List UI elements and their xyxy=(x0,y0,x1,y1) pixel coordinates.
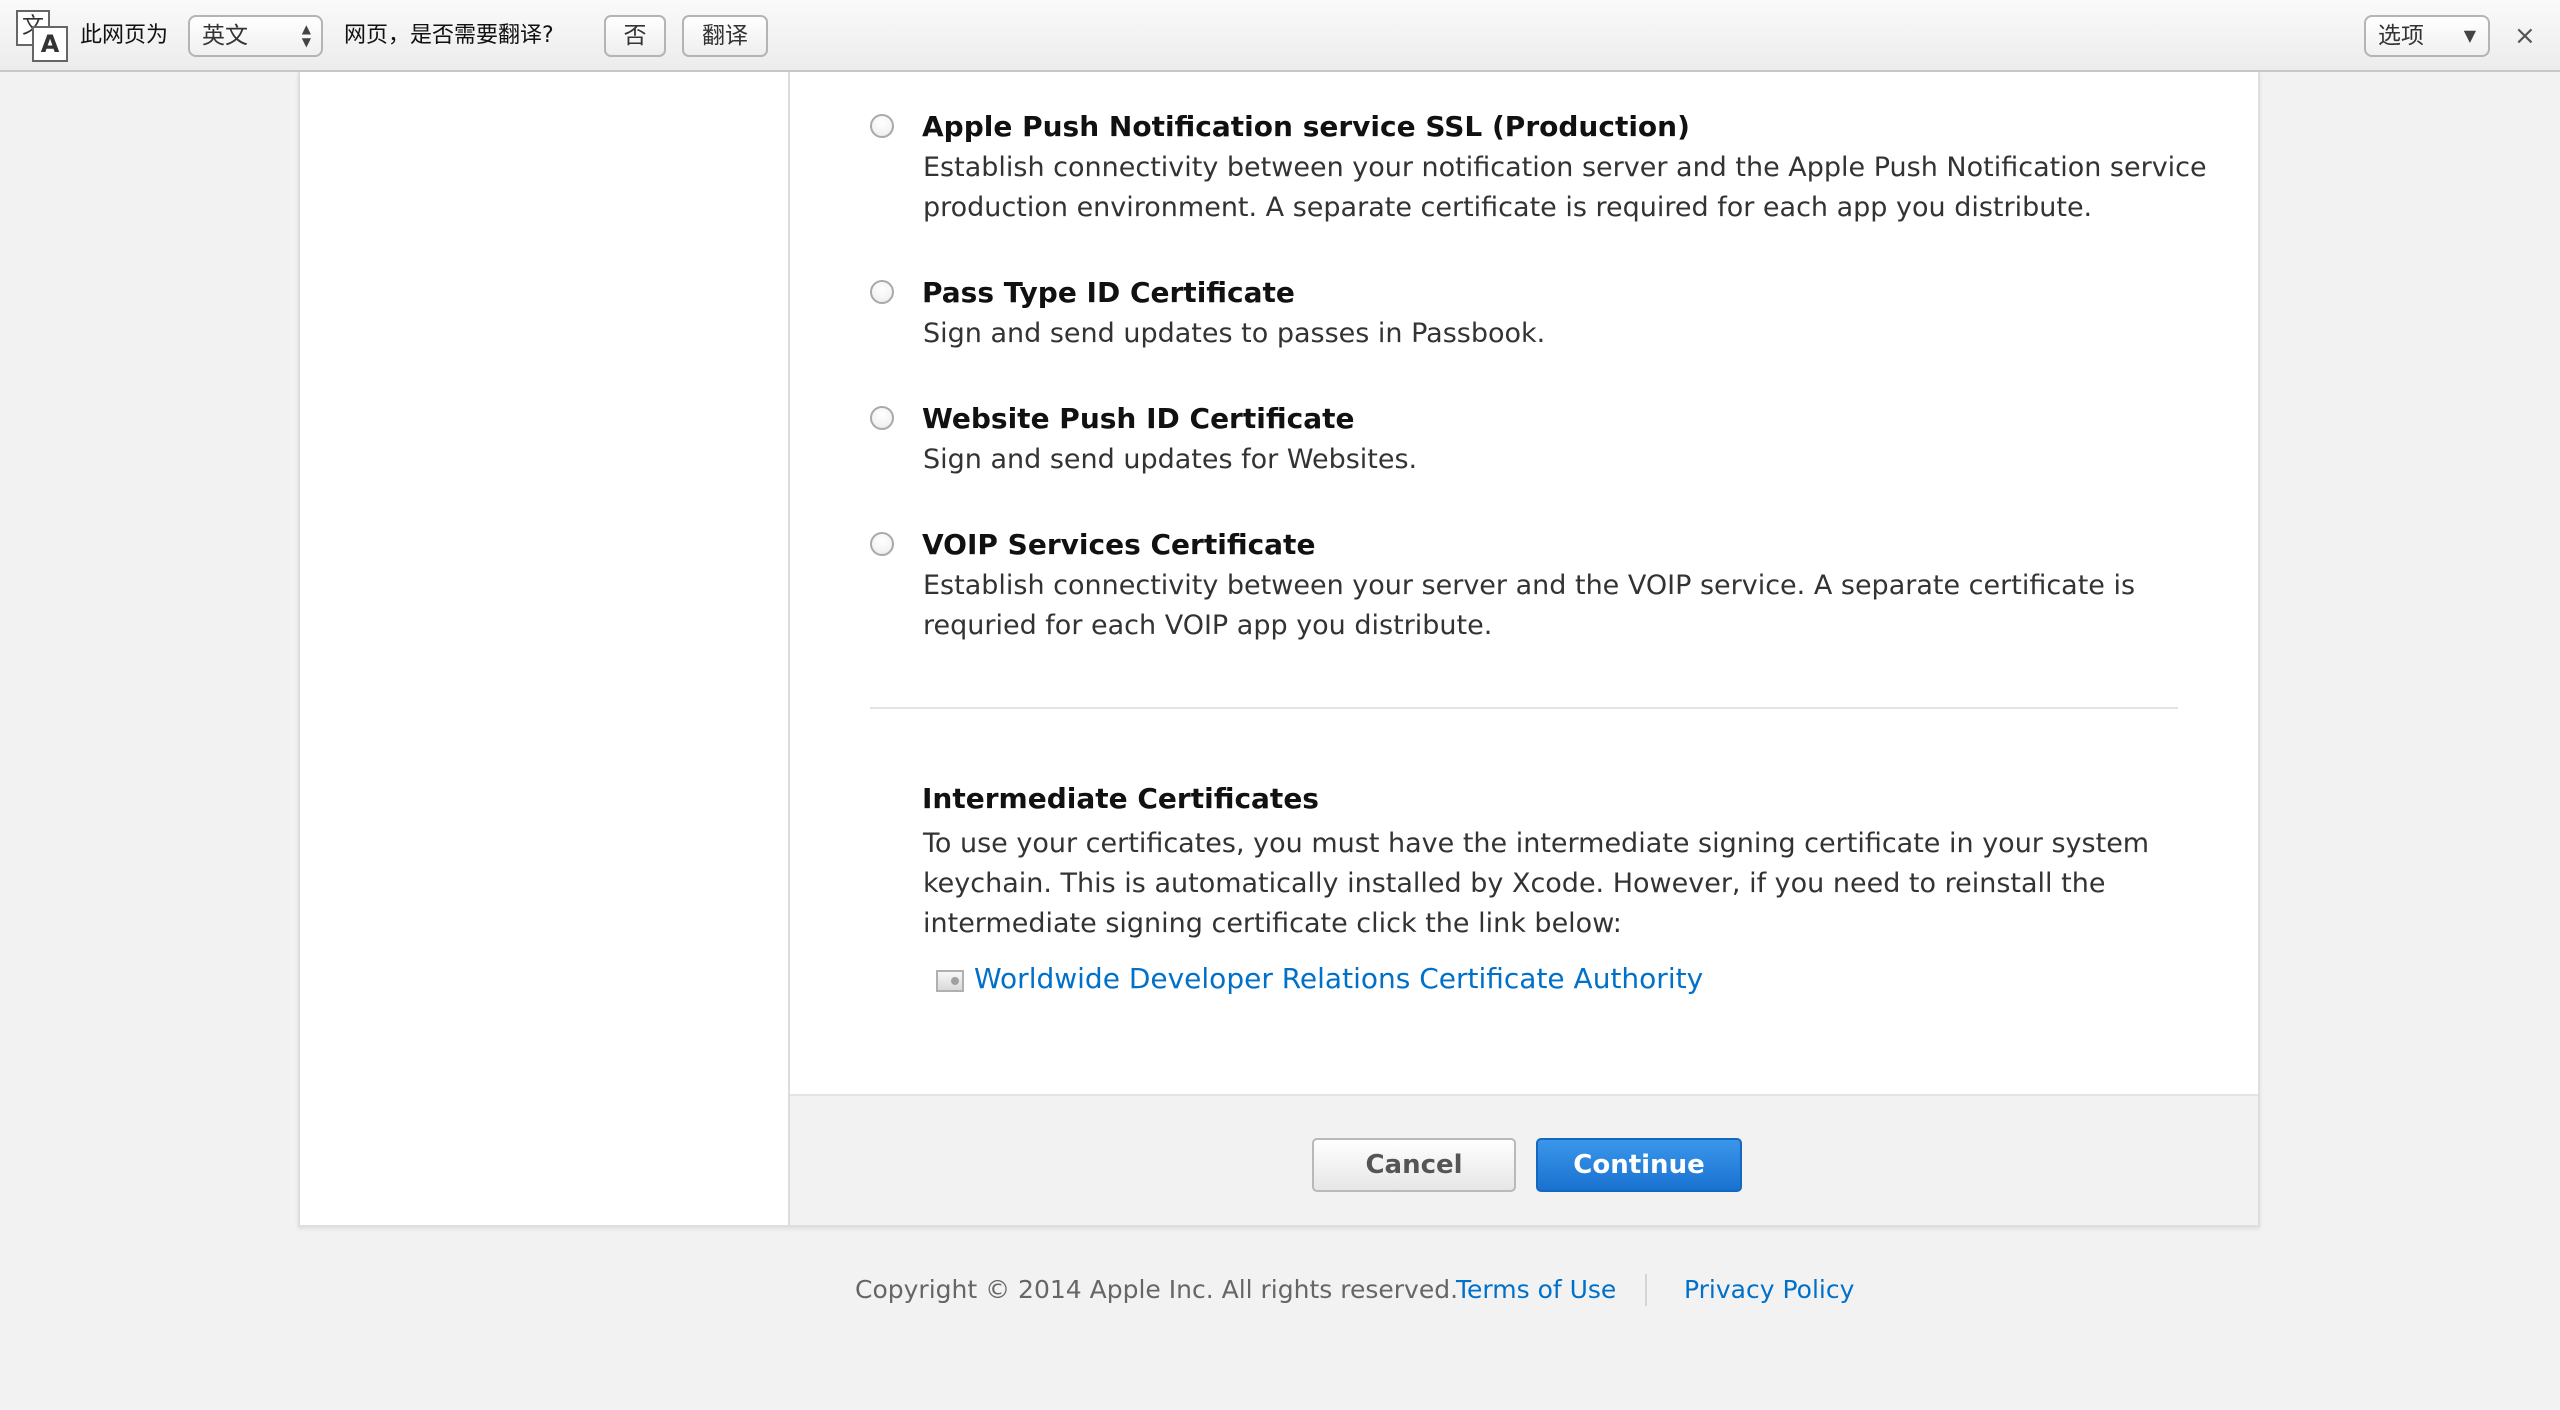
footer-separator xyxy=(1645,1274,1647,1306)
radio-button[interactable] xyxy=(870,280,894,304)
intermediate-certificates-title: Intermediate Certificates xyxy=(922,782,1319,815)
terms-of-use-link[interactable]: Terms of Use xyxy=(1456,1270,1616,1310)
options-label: 选项 xyxy=(2378,23,2424,49)
page-footer: Copyright © 2014 Apple Inc. All rights r… xyxy=(0,1270,2560,1310)
copyright-text: Copyright © 2014 Apple Inc. All rights r… xyxy=(855,1275,1459,1304)
option-title: Website Push ID Certificate xyxy=(922,402,1355,435)
page-language-label: 此网页为 xyxy=(80,23,169,48)
sidebar xyxy=(300,72,790,1225)
option-description: Sign and send updates to passes in Passb… xyxy=(923,318,1546,349)
certificate-icon xyxy=(936,970,964,992)
option-title: Pass Type ID Certificate xyxy=(922,276,1295,309)
option-title: VOIP Services Certificate xyxy=(922,528,1316,561)
language-value: 英文 xyxy=(202,23,248,49)
option-description: Sign and send updates for Websites. xyxy=(923,444,1418,475)
translate-icon: 文 A xyxy=(16,10,68,62)
cancel-button[interactable]: Cancel xyxy=(1312,1138,1516,1192)
continue-button[interactable]: Continue xyxy=(1536,1138,1742,1192)
no-translate-button[interactable]: 否 xyxy=(604,15,666,57)
translate-bar: 文 A 此网页为 英文 ▲▼ 网页，是否需要翻译? 否 翻译 选项 ▼ × xyxy=(0,0,2560,72)
option-description: Establish connectivity between your noti… xyxy=(923,152,2207,223)
action-bar: Cancel Continue xyxy=(790,1094,2258,1225)
translate-prompt: 网页，是否需要翻译? xyxy=(344,23,554,48)
translate-icon-glyph-2: A xyxy=(32,26,68,62)
close-icon[interactable]: × xyxy=(2514,0,2536,72)
option-description: Establish connectivity between your serv… xyxy=(923,570,2136,641)
radio-button[interactable] xyxy=(870,114,894,138)
radio-button[interactable] xyxy=(870,532,894,556)
certificate-panel: Apple Push Notification service SSL (Pro… xyxy=(298,72,2260,1227)
radio-button[interactable] xyxy=(870,406,894,430)
translate-button[interactable]: 翻译 xyxy=(682,15,768,57)
option-title: Apple Push Notification service SSL (Pro… xyxy=(922,110,1690,143)
privacy-policy-link[interactable]: Privacy Policy xyxy=(1684,1270,1854,1310)
certificate-options: Apple Push Notification service SSL (Pro… xyxy=(790,72,2258,1225)
wwdr-certificate-link[interactable]: Worldwide Developer Relations Certificat… xyxy=(974,962,1703,995)
updown-arrows-icon: ▲ ▼ xyxy=(301,22,311,49)
intermediate-certificates-description: To use your certificates, you must have … xyxy=(923,828,2150,939)
options-dropdown[interactable]: 选项 ▼ xyxy=(2364,15,2490,57)
dropdown-arrow-icon: ▼ xyxy=(2463,26,2476,45)
language-select[interactable]: 英文 ▲ ▼ xyxy=(188,15,323,57)
section-divider xyxy=(870,707,2178,709)
